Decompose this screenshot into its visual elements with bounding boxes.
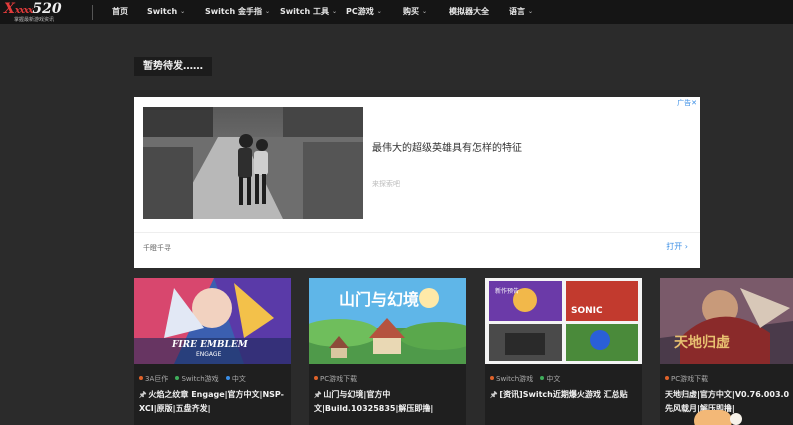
- nav-purchase[interactable]: 购买 ⌄: [403, 0, 427, 24]
- game-card[interactable]: FIRE EMBLEM ENGAGE 3A巨作 Switch游戏 中文 🖈 火焰之…: [134, 278, 291, 425]
- card-tag[interactable]: 中文: [225, 374, 246, 384]
- card-thumbnail[interactable]: SONIC 新作预告: [485, 278, 642, 364]
- tag-dot-icon: [139, 376, 143, 380]
- ad-source-label: 来探索吧: [372, 180, 400, 188]
- nav-home[interactable]: 首页: [112, 0, 128, 24]
- chevron-down-icon: ⌄: [376, 8, 382, 15]
- card-art-title: FIRE EMBLEM: [172, 340, 248, 350]
- ad-brand-name: 千瞪千寻: [143, 244, 171, 252]
- card-tag[interactable]: 3A巨作: [139, 374, 168, 384]
- card-title[interactable]: 🖈 火焰之纹章 Engage|官方中文|NSP-XCI|原版|五盘齐发|: [139, 388, 289, 418]
- header-divider: [92, 5, 93, 20]
- card-art-title: 天地归虚: [674, 335, 730, 351]
- chevron-down-icon: ⌄: [180, 8, 186, 15]
- nav-switch-tools[interactable]: Switch 工具 ⌄: [280, 0, 337, 24]
- card-art-subtitle: 新作预告: [495, 288, 520, 295]
- pin-icon: 🖈: [139, 390, 147, 399]
- card-tags: PC游戏下载: [314, 374, 362, 384]
- card-thumbnail[interactable]: FIRE EMBLEM ENGAGE: [134, 278, 291, 364]
- nav-pc-games[interactable]: PC游戏 ⌄: [346, 0, 382, 24]
- game-card[interactable]: SONIC 新作预告 Switch游戏 中文 🖈 [资讯]Switch近期爆火游戏…: [485, 278, 642, 425]
- card-art-title: SONIC: [571, 306, 603, 316]
- chevron-down-icon: ⌄: [528, 8, 534, 15]
- notice-banner: 暂势待发……: [134, 57, 212, 76]
- card-thumbnail[interactable]: 山门与幻境: [309, 278, 466, 364]
- site-logo[interactable]: Xxxxx520 掌握最新游戏资讯: [4, 1, 76, 23]
- card-thumbnail[interactable]: 天地归虚: [660, 278, 793, 364]
- tag-dot-icon: [314, 376, 318, 380]
- card-tag[interactable]: Switch游戏: [175, 374, 219, 384]
- card-tag[interactable]: Switch游戏: [490, 374, 533, 384]
- floating-action-button[interactable]: [694, 410, 732, 425]
- card-tags: Switch游戏 中文: [490, 374, 565, 384]
- ad-close-label[interactable]: 广告✕: [677, 98, 697, 108]
- tag-dot-icon: [225, 376, 230, 380]
- card-tag[interactable]: PC游戏下载: [314, 374, 357, 384]
- tag-dot-icon: [490, 376, 494, 380]
- chevron-down-icon: ⌄: [331, 8, 337, 15]
- nav-emulators[interactable]: 模拟器大全: [449, 0, 489, 24]
- pin-icon: 🖈: [490, 390, 498, 399]
- tag-dot-icon: [540, 376, 545, 380]
- tag-dot-icon: [175, 376, 180, 380]
- ad-divider: [134, 232, 700, 233]
- nav-switch-cheats[interactable]: Switch 金手指 ⌄: [205, 0, 270, 24]
- ad-open-button[interactable]: 打开 ›: [666, 241, 688, 252]
- card-tag[interactable]: 中文: [540, 374, 560, 384]
- card-title[interactable]: 🖈 山门与幻境|官方中文|Build.10325835|解压即撸|: [314, 388, 464, 418]
- nav-switch[interactable]: Switch ⌄: [147, 0, 185, 24]
- logo-tagline: 掌握最新游戏资讯: [14, 17, 55, 23]
- card-tags: PC游戏下载: [665, 374, 713, 384]
- card-art-subtitle: ENGAGE: [196, 351, 222, 358]
- card-art-title: 山门与幻境: [339, 290, 420, 309]
- nav-language[interactable]: 语言 ⌄: [509, 0, 533, 24]
- card-title[interactable]: 🖈 [资讯]Switch近期爆火游戏 汇总贴: [490, 388, 640, 418]
- game-card[interactable]: 天地归虚 PC游戏下载 天地归虚|官方中文|V0.76.003.0先风载月|解压…: [660, 278, 793, 425]
- card-tags: 3A巨作 Switch游戏 中文: [139, 374, 251, 384]
- ad-banner[interactable]: 广告✕ 最伟大的超级英雄具有怎样的特征 来探索吧 千瞪千寻 打开 ›: [134, 97, 700, 268]
- card-tag[interactable]: PC游戏下载: [665, 374, 708, 384]
- game-card[interactable]: 山门与幻境 PC游戏下载 🖈 山门与幻境|官方中文|Build.10325835|…: [309, 278, 466, 425]
- tag-dot-icon: [665, 376, 669, 380]
- chevron-down-icon: ⌄: [422, 8, 428, 15]
- chevron-down-icon: ⌄: [264, 8, 270, 15]
- pin-icon: 🖈: [314, 390, 322, 399]
- ad-photo[interactable]: [143, 107, 363, 219]
- floating-button-dot: [730, 413, 742, 425]
- top-nav-bar: Xxxxx520 掌握最新游戏资讯 首页 Switch ⌄ Switch 金手指 ⌄…: [0, 0, 793, 24]
- ad-headline[interactable]: 最伟大的超级英雄具有怎样的特征: [372, 139, 522, 154]
